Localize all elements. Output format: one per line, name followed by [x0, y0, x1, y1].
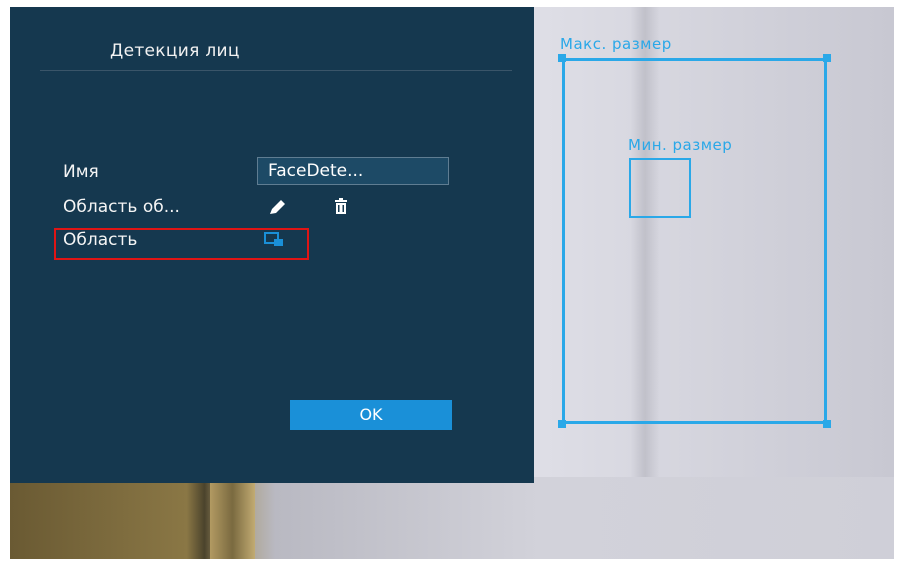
panel-title: Детекция лиц [110, 41, 240, 61]
min-size-region[interactable] [629, 158, 691, 218]
region-handle-top-left[interactable] [558, 54, 566, 62]
floor-area [10, 477, 894, 559]
trash-icon[interactable] [332, 198, 350, 220]
region-handle-top-right[interactable] [823, 54, 831, 62]
name-label: Имя [63, 162, 99, 182]
ok-button[interactable]: OK [290, 400, 452, 430]
pencil-icon[interactable] [268, 198, 288, 220]
title-divider [40, 70, 512, 71]
area-row-highlight [54, 228, 309, 260]
region-handle-bottom-left[interactable] [558, 420, 566, 428]
detect-area-label: Область об... [63, 197, 180, 217]
min-size-label: Мин. размер [628, 136, 733, 154]
name-field[interactable]: FaceDete... [257, 157, 449, 185]
door-frame [210, 477, 255, 559]
region-handle-bottom-right[interactable] [823, 420, 831, 428]
max-size-region[interactable] [562, 58, 827, 424]
max-size-label: Макс. размер [560, 35, 672, 53]
